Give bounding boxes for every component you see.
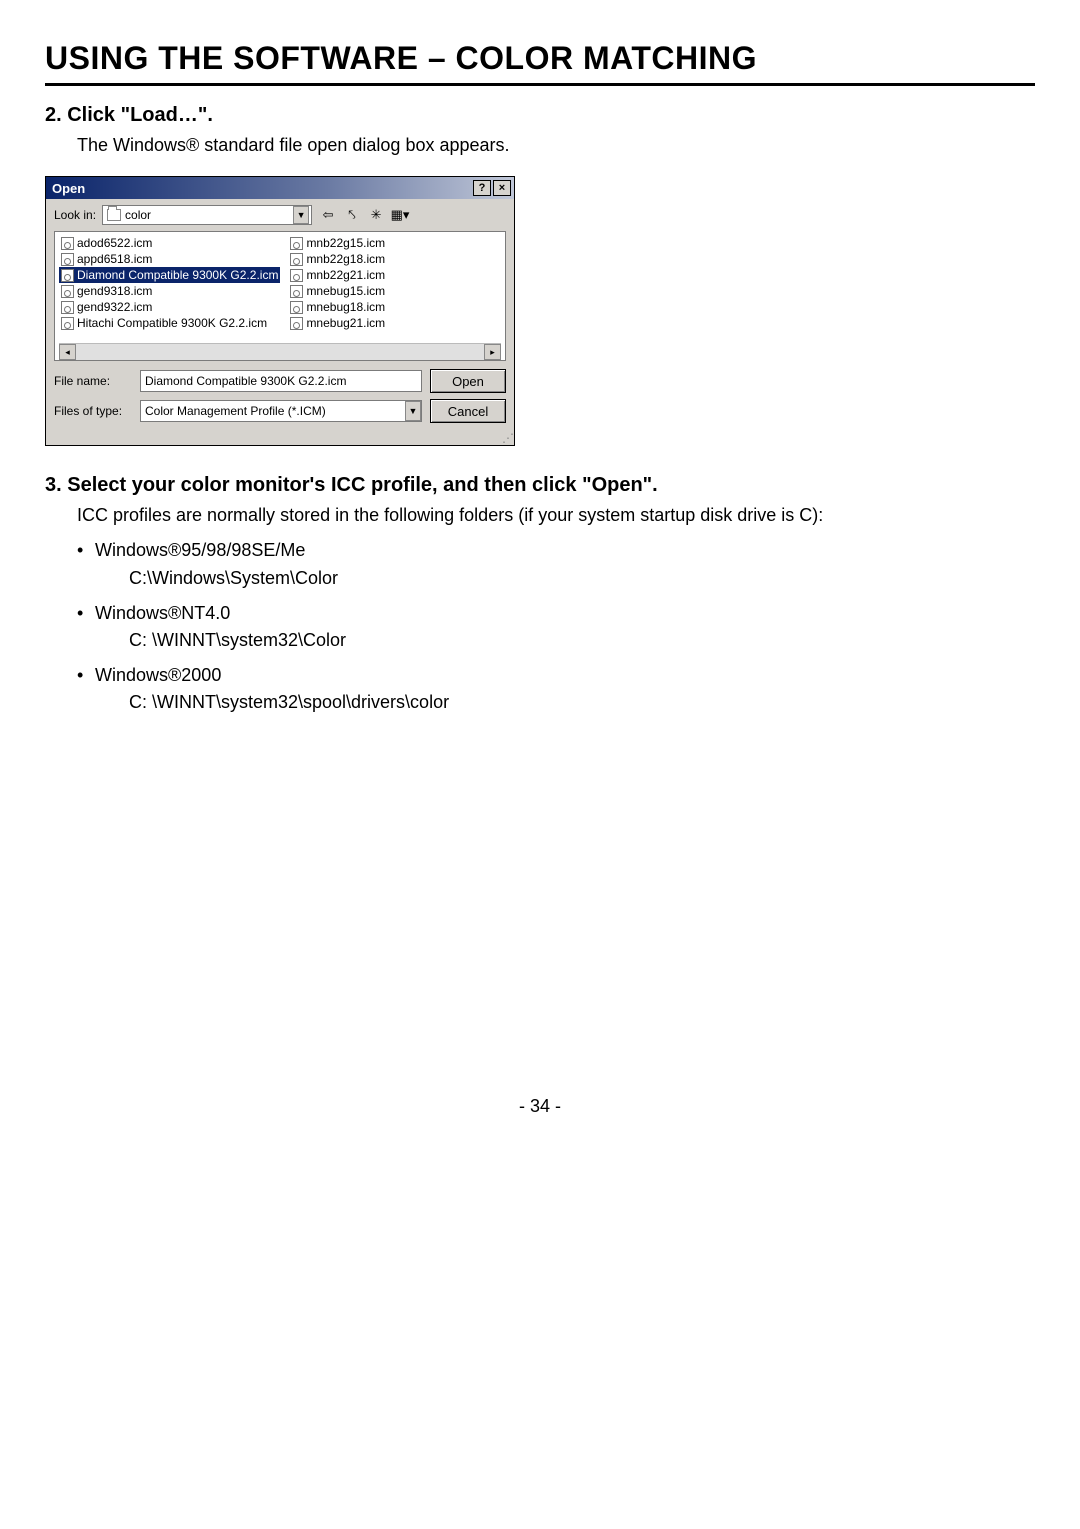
lookin-value: color <box>125 208 289 222</box>
bullet-item: •Windows®2000 <box>77 663 1035 688</box>
file-item[interactable]: Diamond Compatible 9300K G2.2.icm <box>59 267 280 283</box>
file-item[interactable]: adod6522.icm <box>59 235 280 251</box>
icm-file-icon <box>61 285 74 298</box>
icm-file-icon <box>290 269 303 282</box>
scroll-left-icon[interactable]: ◂ <box>59 344 76 360</box>
icm-file-icon <box>61 269 74 282</box>
horizontal-scrollbar[interactable]: ◂ ▸ <box>59 343 501 360</box>
step-3-body: ICC profiles are normally stored in the … <box>77 503 1035 528</box>
bullet-label: Windows®95/98/98SE/Me <box>95 538 305 563</box>
bullet-dot: • <box>77 538 95 563</box>
file-item-label: mnebug21.icm <box>306 316 385 330</box>
file-item-label: mnebug18.icm <box>306 300 385 314</box>
file-item-label: adod6522.icm <box>77 236 152 250</box>
file-item-label: mnebug15.icm <box>306 284 385 298</box>
icm-file-icon <box>290 317 303 330</box>
icm-file-icon <box>290 285 303 298</box>
file-item-label: appd6518.icm <box>77 252 152 266</box>
nav-up-icon[interactable]: ⤣ <box>342 205 362 225</box>
resize-grip-icon[interactable]: ⋰ <box>46 431 514 445</box>
step-2-body: The Windows® standard file open dialog b… <box>77 133 1035 158</box>
bullet-item: •Windows®95/98/98SE/Me <box>77 538 1035 563</box>
file-item-label: Diamond Compatible 9300K G2.2.icm <box>77 268 278 282</box>
scroll-track[interactable] <box>76 344 484 360</box>
bullet-dot: • <box>77 663 95 688</box>
file-name-input[interactable]: Diamond Compatible 9300K G2.2.icm <box>140 370 422 392</box>
file-item[interactable]: appd6518.icm <box>59 251 280 267</box>
bullet-path: C: \WINNT\system32\spool\drivers\color <box>129 690 1035 715</box>
file-item-label: mnb22g21.icm <box>306 268 385 282</box>
file-item[interactable]: gend9322.icm <box>59 299 280 315</box>
open-button[interactable]: Open <box>430 369 506 393</box>
bullet-label: Windows®NT4.0 <box>95 601 230 626</box>
file-item-label: mnb22g18.icm <box>306 252 385 266</box>
chevron-down-icon[interactable]: ▼ <box>293 206 309 224</box>
file-item[interactable]: mnebug18.icm <box>288 299 387 315</box>
bullet-label: Windows®2000 <box>95 663 221 688</box>
file-type-value: Color Management Profile (*.ICM) <box>145 404 405 418</box>
new-folder-icon[interactable]: ✳ <box>366 205 386 225</box>
icm-file-icon <box>61 237 74 250</box>
cancel-button[interactable]: Cancel <box>430 399 506 423</box>
icm-file-icon <box>61 317 74 330</box>
file-item[interactable]: mnb22g18.icm <box>288 251 387 267</box>
chevron-down-icon[interactable]: ▼ <box>405 401 421 421</box>
file-item[interactable]: mnb22g15.icm <box>288 235 387 251</box>
file-item[interactable]: mnebug21.icm <box>288 315 387 331</box>
close-button[interactable]: × <box>493 180 511 196</box>
icm-file-icon <box>290 253 303 266</box>
bullet-path: C:\Windows\System\Color <box>129 566 1035 591</box>
file-item[interactable]: Hitachi Compatible 9300K G2.2.icm <box>59 315 280 331</box>
page-number: - 34 - <box>45 1096 1035 1117</box>
file-item[interactable]: mnb22g21.icm <box>288 267 387 283</box>
open-dialog: Open ? × Look in: color ▼ ⇦ ⤣ ✳ ▦▾ adod6… <box>45 176 515 446</box>
icm-file-icon <box>61 301 74 314</box>
file-list: adod6522.icm appd6518.icm Diamond Compatib… <box>54 231 506 361</box>
nav-back-icon[interactable]: ⇦ <box>318 205 338 225</box>
file-item-label: gend9322.icm <box>77 300 152 314</box>
file-item-label: gend9318.icm <box>77 284 152 298</box>
help-button[interactable]: ? <box>473 180 491 196</box>
step-3-heading: 3. Select your color monitor's ICC profi… <box>45 474 1035 497</box>
file-item-label: Hitachi Compatible 9300K G2.2.icm <box>77 316 267 330</box>
step-2-heading: 2. Click "Load…". <box>45 104 1035 127</box>
icm-file-icon <box>61 253 74 266</box>
folder-icon <box>107 209 121 221</box>
file-item[interactable]: mnebug15.icm <box>288 283 387 299</box>
step-2: 2. Click "Load…". The Windows® standard … <box>45 104 1035 158</box>
icm-file-icon <box>290 301 303 314</box>
step-3: 3. Select your color monitor's ICC profi… <box>45 474 1035 715</box>
file-item[interactable]: gend9318.icm <box>59 283 280 299</box>
view-menu-icon[interactable]: ▦▾ <box>390 205 410 225</box>
bullet-path: C: \WINNT\system32\Color <box>129 628 1035 653</box>
page-title: USING THE SOFTWARE – COLOR MATCHING <box>45 40 1035 86</box>
file-name-label: File name: <box>54 374 132 388</box>
lookin-combo[interactable]: color ▼ <box>102 205 312 225</box>
bullet-item: •Windows®NT4.0 <box>77 601 1035 626</box>
scroll-right-icon[interactable]: ▸ <box>484 344 501 360</box>
dialog-titlebar: Open ? × <box>46 177 514 199</box>
dialog-title: Open <box>52 181 85 196</box>
file-type-label: Files of type: <box>54 404 132 418</box>
icm-file-icon <box>290 237 303 250</box>
file-name-value: Diamond Compatible 9300K G2.2.icm <box>145 374 346 388</box>
bullet-dot: • <box>77 601 95 626</box>
file-item-label: mnb22g15.icm <box>306 236 385 250</box>
file-type-combo[interactable]: Color Management Profile (*.ICM) ▼ <box>140 400 422 422</box>
dialog-toolbar: Look in: color ▼ ⇦ ⤣ ✳ ▦▾ <box>46 199 514 229</box>
lookin-label: Look in: <box>54 208 96 222</box>
